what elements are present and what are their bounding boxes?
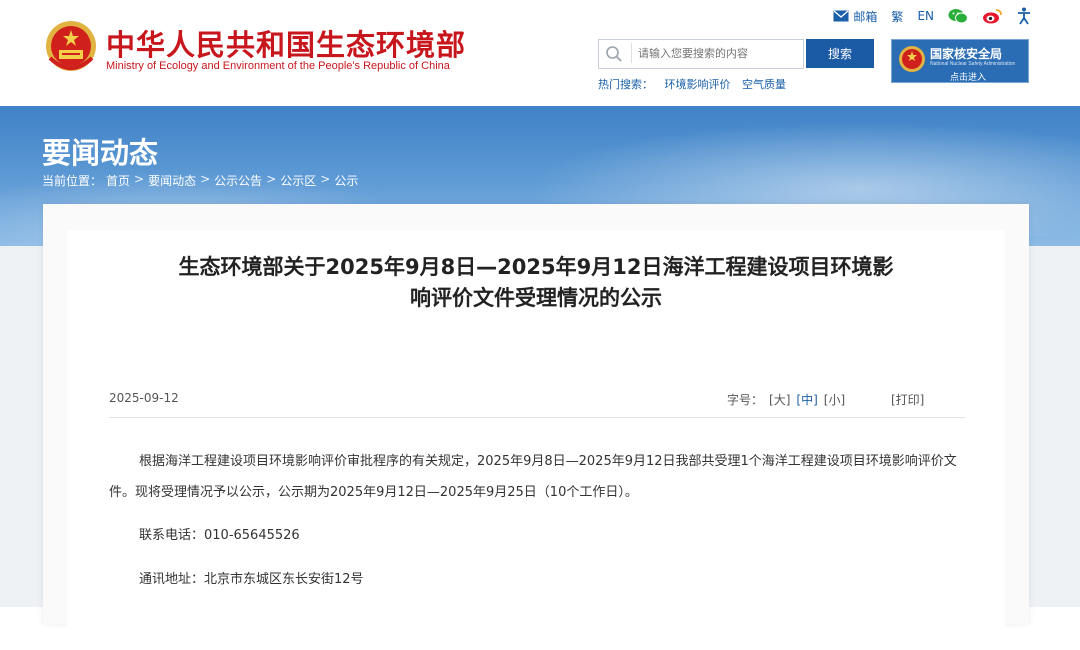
article-title-line: 生态环境部关于2025年9月8日—2025年9月12日海洋工程建设项目环境影 xyxy=(178,255,894,279)
wechat-icon[interactable] xyxy=(948,8,968,24)
breadcrumb-announcements[interactable]: 公示公告 xyxy=(214,172,262,189)
breadcrumb-separator: > xyxy=(134,172,145,186)
traditional-chinese-link[interactable]: 繁 xyxy=(891,8,903,25)
search-box xyxy=(598,39,804,69)
hot-search-label: 热门搜索： xyxy=(598,78,653,91)
mail-link[interactable]: 邮箱 xyxy=(833,8,877,25)
article-title: 生态环境部关于2025年9月8日—2025年9月12日海洋工程建设项目环境影 响… xyxy=(43,252,1029,314)
nsa-title: 国家核安全局 xyxy=(930,47,1003,61)
nsa-enter-label: 点击进入 xyxy=(950,73,987,83)
divider xyxy=(109,417,965,418)
breadcrumb-notice[interactable]: 公示 xyxy=(334,172,358,189)
site-header: 中华人民共和国生态环境部 Ministry of Ecology and Env… xyxy=(0,0,1080,106)
hot-search: 热门搜索： 环境影响评价 空气质量 xyxy=(598,76,794,92)
font-size-medium-button[interactable]: [中] xyxy=(796,391,817,408)
article-title-line: 响评价文件受理情况的公示 xyxy=(410,286,662,310)
article-card: 生态环境部关于2025年9月8日—2025年9月12日海洋工程建设项目环境影 响… xyxy=(43,204,1029,650)
section-title: 要闻动态 xyxy=(42,136,159,170)
breadcrumb: 当前位置： 首页 > 要闻动态 > 公示公告 > 公示区 > 公示 xyxy=(42,172,358,189)
nsa-entry-button[interactable]: 国家核安全局 National Nuclear Safety Administr… xyxy=(891,39,1029,83)
search-input[interactable] xyxy=(631,43,804,63)
accessibility-icon[interactable] xyxy=(1016,7,1032,25)
contact-address: 通讯地址：北京市东城区东长安街12号 xyxy=(139,572,364,587)
weibo-icon[interactable] xyxy=(982,8,1002,24)
font-size-large-button[interactable]: [大] xyxy=(769,391,790,408)
breadcrumb-news[interactable]: 要闻动态 xyxy=(148,172,196,189)
breadcrumb-home[interactable]: 首页 xyxy=(106,172,130,189)
mail-label: 邮箱 xyxy=(853,9,878,24)
search-icon xyxy=(606,46,622,62)
english-link[interactable]: EN xyxy=(917,9,934,23)
article-paragraph: 根据海洋工程建设项目环境影响评价审批程序的有关规定，2025年9月8日—2025… xyxy=(109,454,957,500)
article-date: 2025-09-12 xyxy=(109,391,179,405)
hot-search-item-eia[interactable]: 环境影响评价 xyxy=(665,78,731,91)
national-emblem-icon[interactable] xyxy=(44,20,98,74)
font-size-controls: 字号： [大] [中] [小] xyxy=(727,391,845,408)
breadcrumb-separator: > xyxy=(320,172,331,186)
font-size-small-button[interactable]: [小] xyxy=(824,391,845,408)
breadcrumb-separator: > xyxy=(266,172,277,186)
search-button[interactable]: 搜索 xyxy=(806,39,874,68)
breadcrumb-prefix: 当前位置： xyxy=(42,174,103,188)
nsa-emblem-icon xyxy=(899,46,925,72)
site-subtitle: Ministry of Ecology and Environment of t… xyxy=(106,60,450,72)
breadcrumb-separator: > xyxy=(200,172,211,186)
site-title[interactable]: 中华人民共和国生态环境部 xyxy=(106,22,466,64)
mail-icon xyxy=(833,10,849,22)
font-size-label: 字号： xyxy=(727,393,764,407)
nsa-english: National Nuclear Safety Administration xyxy=(930,61,1016,67)
contact-phone: 联系电话：010-65645526 xyxy=(139,528,300,543)
breadcrumb-notice-area[interactable]: 公示区 xyxy=(280,172,316,189)
top-links: 邮箱 繁 EN xyxy=(833,6,1032,26)
hot-search-item-air[interactable]: 空气质量 xyxy=(742,78,786,91)
print-button[interactable]: [打印] xyxy=(891,391,924,408)
